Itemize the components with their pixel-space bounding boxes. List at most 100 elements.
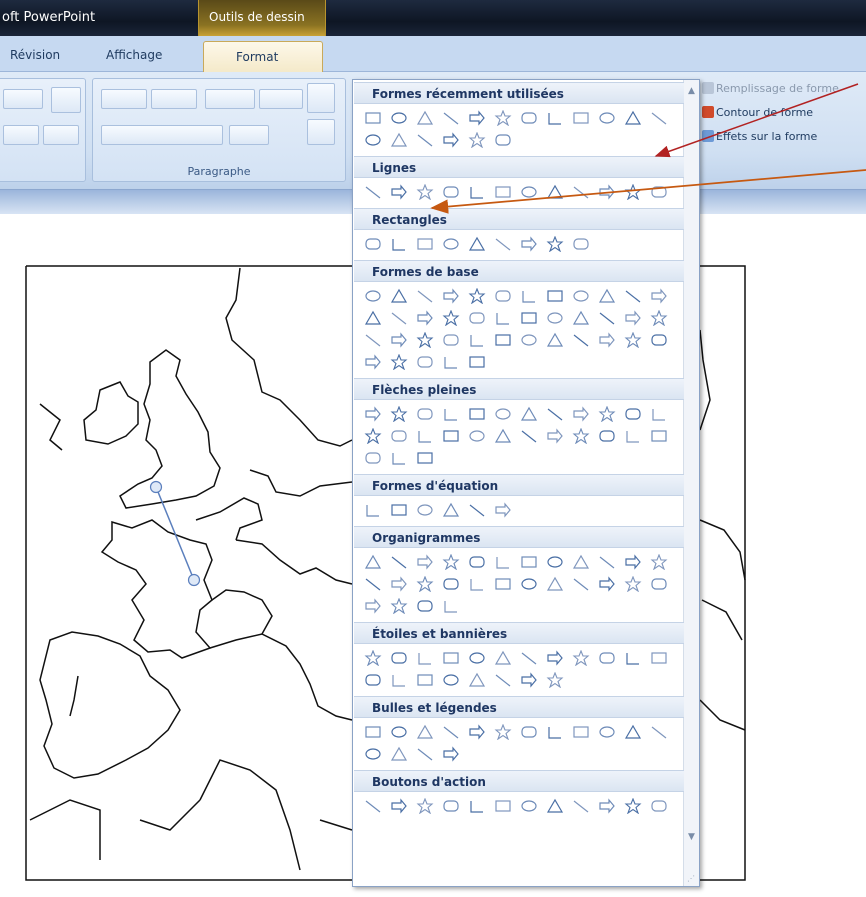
shape-option[interactable]	[412, 308, 438, 328]
shape-option[interactable]	[568, 182, 594, 202]
shape-option[interactable]	[438, 574, 464, 594]
shape-option[interactable]	[412, 130, 438, 150]
gallery-scrollbar[interactable]: ▲ ▼	[683, 80, 699, 886]
shape-option[interactable]	[438, 308, 464, 328]
shape-option[interactable]	[386, 722, 412, 742]
shape-option[interactable]	[542, 722, 568, 742]
shape-option[interactable]	[594, 574, 620, 594]
shape-outline-button[interactable]: Contour de forme	[716, 106, 813, 119]
shape-option[interactable]	[620, 796, 646, 816]
shape-option[interactable]	[438, 596, 464, 616]
shape-option[interactable]	[542, 108, 568, 128]
shape-option[interactable]	[386, 352, 412, 372]
font-color-button[interactable]	[43, 125, 79, 145]
shape-option[interactable]	[568, 308, 594, 328]
shape-option[interactable]	[360, 330, 386, 350]
tab-revision[interactable]: Révision	[10, 48, 60, 62]
shape-option[interactable]	[386, 596, 412, 616]
shape-option[interactable]	[386, 330, 412, 350]
shape-option[interactable]	[542, 182, 568, 202]
shape-option[interactable]	[360, 352, 386, 372]
shape-option[interactable]	[594, 404, 620, 424]
drawing-tools-context-tab[interactable]: Outils de dessin	[198, 0, 326, 36]
shape-option[interactable]	[412, 500, 438, 520]
shape-option[interactable]	[646, 108, 672, 128]
shape-option[interactable]	[360, 574, 386, 594]
shape-option[interactable]	[360, 130, 386, 150]
shape-option[interactable]	[360, 796, 386, 816]
shape-option[interactable]	[438, 352, 464, 372]
shape-option[interactable]	[386, 108, 412, 128]
tab-affichage[interactable]: Affichage	[106, 48, 162, 62]
shape-option[interactable]	[464, 552, 490, 572]
connector-start-handle[interactable]	[149, 480, 163, 494]
shape-option[interactable]	[542, 404, 568, 424]
shape-option[interactable]	[438, 500, 464, 520]
shape-option[interactable]	[464, 286, 490, 306]
shape-option[interactable]	[646, 722, 672, 742]
text-direction-button[interactable]	[307, 83, 335, 113]
shape-option[interactable]	[360, 234, 386, 254]
shape-option[interactable]	[412, 330, 438, 350]
shape-option[interactable]	[386, 552, 412, 572]
shape-option[interactable]	[646, 286, 672, 306]
shape-option[interactable]	[464, 234, 490, 254]
font-size-buttons[interactable]	[3, 89, 43, 109]
shape-option[interactable]	[542, 796, 568, 816]
change-case-button[interactable]	[3, 125, 39, 145]
shape-option[interactable]	[542, 574, 568, 594]
shape-option[interactable]	[594, 796, 620, 816]
shape-option[interactable]	[438, 182, 464, 202]
shape-option[interactable]	[464, 404, 490, 424]
shape-option[interactable]	[386, 286, 412, 306]
shape-option[interactable]	[386, 796, 412, 816]
shape-option[interactable]	[646, 574, 672, 594]
shape-option[interactable]	[386, 404, 412, 424]
numbering-button[interactable]	[151, 89, 197, 109]
shape-option[interactable]	[490, 426, 516, 446]
shape-option[interactable]	[490, 574, 516, 594]
shape-option[interactable]	[386, 426, 412, 446]
shape-option[interactable]	[386, 130, 412, 150]
shape-option[interactable]	[386, 574, 412, 594]
shape-option[interactable]	[412, 404, 438, 424]
shape-option[interactable]	[542, 426, 568, 446]
shape-option[interactable]	[594, 308, 620, 328]
shape-option[interactable]	[412, 670, 438, 690]
alignment-buttons[interactable]	[101, 125, 223, 145]
shape-option[interactable]	[438, 796, 464, 816]
shape-option[interactable]	[594, 648, 620, 668]
shape-option[interactable]	[490, 722, 516, 742]
shape-option[interactable]	[438, 552, 464, 572]
shape-option[interactable]	[412, 722, 438, 742]
shape-option[interactable]	[464, 426, 490, 446]
shape-option[interactable]	[620, 552, 646, 572]
shape-option[interactable]	[490, 108, 516, 128]
shape-option[interactable]	[542, 648, 568, 668]
shape-option[interactable]	[646, 330, 672, 350]
shape-option[interactable]	[620, 108, 646, 128]
shape-option[interactable]	[360, 552, 386, 572]
shape-option[interactable]	[360, 448, 386, 468]
bullets-button[interactable]	[101, 89, 147, 109]
shape-option[interactable]	[516, 796, 542, 816]
resize-grip-icon[interactable]: ⋰	[687, 874, 697, 884]
shape-option[interactable]	[438, 722, 464, 742]
shape-option[interactable]	[464, 130, 490, 150]
shape-option[interactable]	[568, 426, 594, 446]
shape-option[interactable]	[646, 426, 672, 446]
shape-option[interactable]	[386, 744, 412, 764]
align-text-button[interactable]	[307, 119, 335, 145]
shape-option[interactable]	[412, 448, 438, 468]
shape-option[interactable]	[386, 182, 412, 202]
shape-option[interactable]	[412, 574, 438, 594]
shape-option[interactable]	[386, 308, 412, 328]
shape-option[interactable]	[646, 404, 672, 424]
shape-option[interactable]	[490, 130, 516, 150]
shape-option[interactable]	[438, 286, 464, 306]
shape-option[interactable]	[412, 552, 438, 572]
shape-option[interactable]	[490, 308, 516, 328]
shape-option[interactable]	[360, 182, 386, 202]
shape-option[interactable]	[516, 552, 542, 572]
shape-option[interactable]	[412, 796, 438, 816]
